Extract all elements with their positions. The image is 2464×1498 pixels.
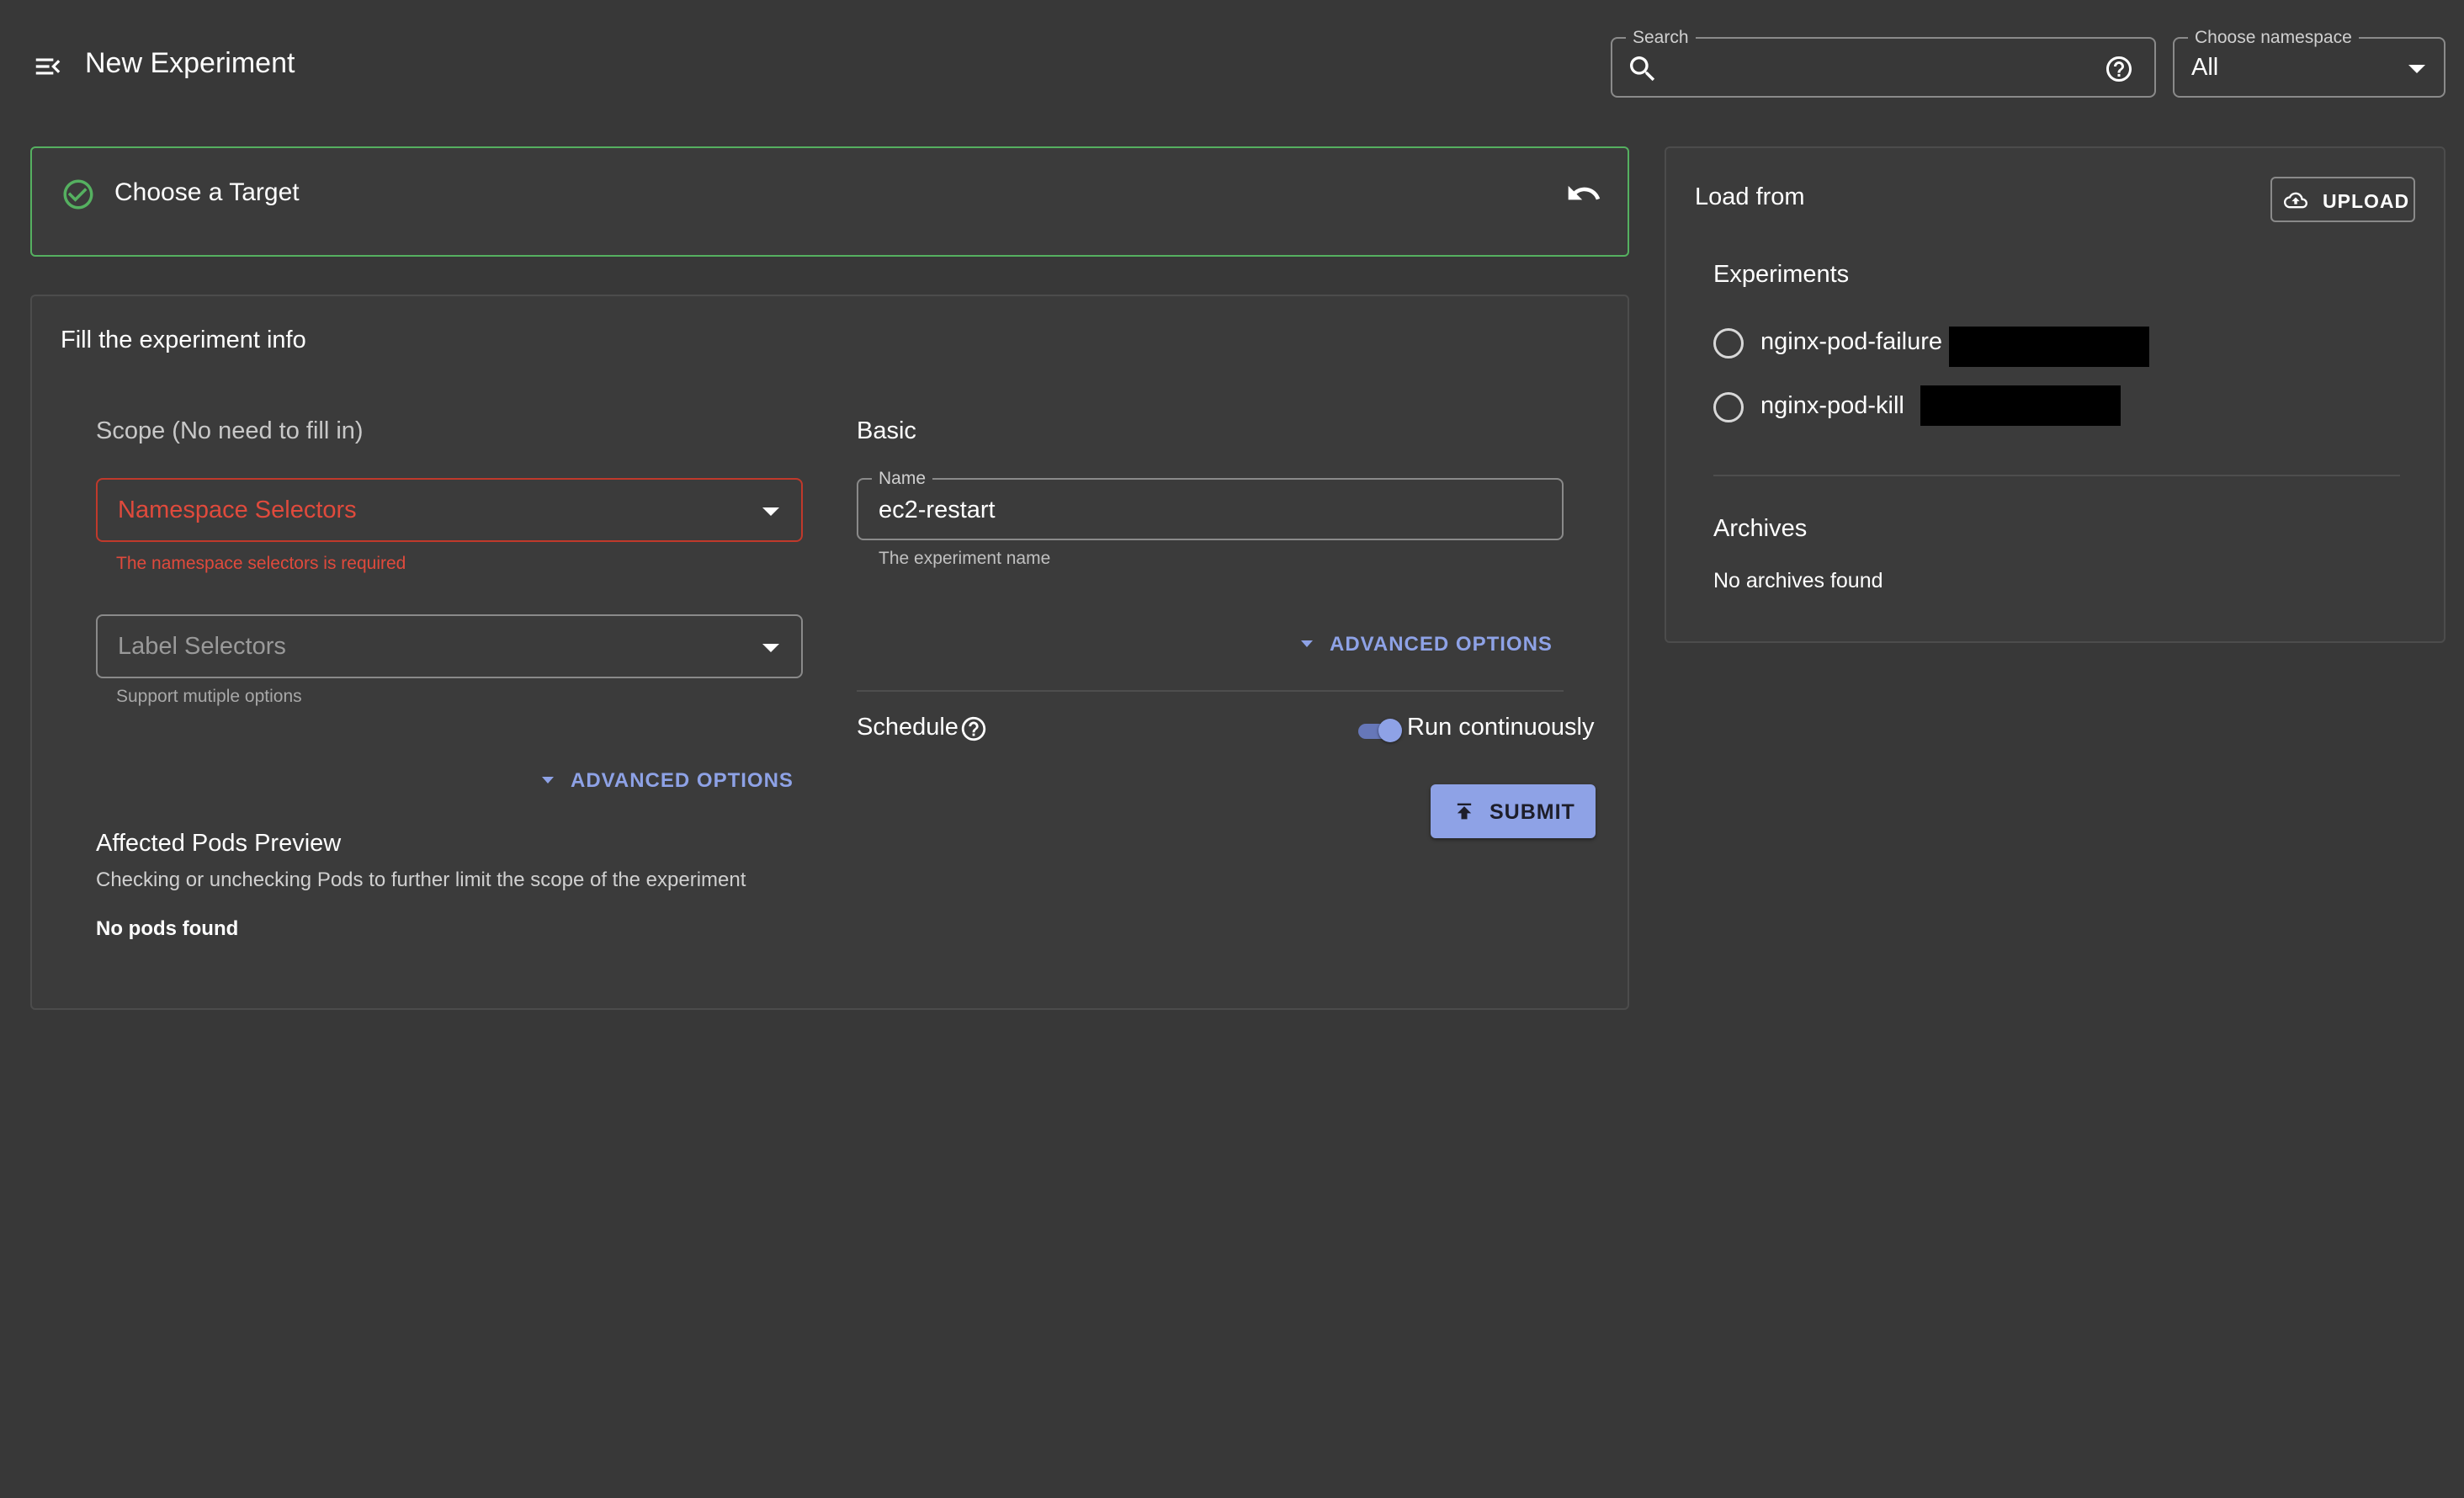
menu-collapse-icon[interactable] (32, 50, 64, 82)
search-field[interactable]: Search (1611, 27, 2156, 98)
search-help-icon[interactable] (2104, 54, 2134, 84)
experiment-radio[interactable] (1713, 392, 1744, 422)
upload-label: UPLOAD (2323, 190, 2410, 212)
experiment-label[interactable]: nginx-pod-failure (1760, 328, 1942, 356)
toggle-thumb (1378, 719, 1402, 742)
label-selectors-placeholder: Label Selectors (118, 633, 286, 660)
namespace-selectors-error: The namespace selectors is required (116, 554, 406, 573)
submit-button[interactable]: SUBMIT (1431, 784, 1596, 838)
namespace-selectors-placeholder: Namespace Selectors (118, 497, 357, 523)
name-input[interactable] (879, 493, 1535, 527)
namespace-select[interactable]: Choose namespace All (2173, 27, 2445, 98)
publish-icon (1452, 799, 1476, 823)
no-archives-message: No archives found (1713, 569, 1883, 592)
load-from-card: Load from UPLOAD Experiments nginx-pod-f… (1665, 146, 2445, 643)
label-selectors-helper: Support mutiple options (116, 687, 302, 706)
undo-icon[interactable] (1565, 175, 1602, 212)
scope-advanced-options-label: ADVANCED OPTIONS (571, 769, 794, 792)
search-icon (1626, 52, 1659, 86)
affected-pods-description: Checking or unchecking Pods to further l… (96, 869, 746, 891)
experiment-info-card: Fill the experiment info Scope (No need … (30, 295, 1629, 1010)
load-from-title: Load from (1695, 183, 1805, 210)
upload-button[interactable]: UPLOAD (2270, 177, 2415, 222)
run-continuously-toggle[interactable] (1355, 719, 1402, 742)
schedule-label: Schedule (857, 714, 959, 741)
check-circle-icon (61, 177, 96, 212)
caret-down-icon (542, 776, 554, 784)
chevron-down-icon (762, 507, 779, 516)
basic-advanced-options-label: ADVANCED OPTIONS (1330, 633, 1553, 656)
no-pods-message: No pods found (96, 917, 239, 940)
divider (857, 690, 1564, 692)
label-selectors-select[interactable]: Label Selectors (96, 614, 803, 678)
basic-advanced-options-button[interactable]: ADVANCED OPTIONS (1301, 633, 1553, 656)
run-continuously-label: Run continuously (1407, 714, 1595, 741)
search-input[interactable] (1671, 47, 2075, 89)
experiments-title: Experiments (1713, 261, 1850, 288)
caret-down-icon (1301, 640, 1313, 647)
redacted-block (1920, 385, 2121, 426)
chevron-down-icon (2408, 65, 2425, 73)
search-legend: Search (1626, 27, 1696, 49)
choose-target-card: Choose a Target (30, 146, 1629, 257)
namespace-legend: Choose namespace (2188, 27, 2359, 49)
namespace-value: All (2191, 54, 2219, 81)
basic-label: Basic (857, 417, 916, 444)
archives-title: Archives (1713, 515, 1808, 542)
schedule-help-icon[interactable] (959, 714, 988, 743)
chevron-down-icon (762, 644, 779, 652)
affected-pods-title: Affected Pods Preview (96, 830, 342, 857)
experiment-label[interactable]: nginx-pod-kill (1760, 392, 1904, 420)
name-helper: The experiment name (879, 549, 1051, 568)
name-field[interactable]: Name (857, 468, 1564, 540)
target-step-title: Choose a Target (114, 178, 300, 206)
experiment-radio[interactable] (1713, 328, 1744, 359)
app-root: New Experiment Search Choose namespace A… (0, 0, 2464, 1498)
scope-advanced-options-button[interactable]: ADVANCED OPTIONS (542, 769, 794, 793)
namespace-selectors-select[interactable]: Namespace Selectors (96, 478, 803, 542)
divider (1713, 475, 2400, 476)
scope-label: Scope (No need to fill in) (96, 417, 364, 444)
page-title: New Experiment (85, 47, 295, 79)
redacted-block (1949, 327, 2149, 367)
submit-label: SUBMIT (1490, 800, 1575, 824)
cloud-upload-icon (2282, 189, 2309, 212)
experiment-info-title: Fill the experiment info (61, 327, 306, 353)
name-legend: Name (872, 468, 933, 490)
